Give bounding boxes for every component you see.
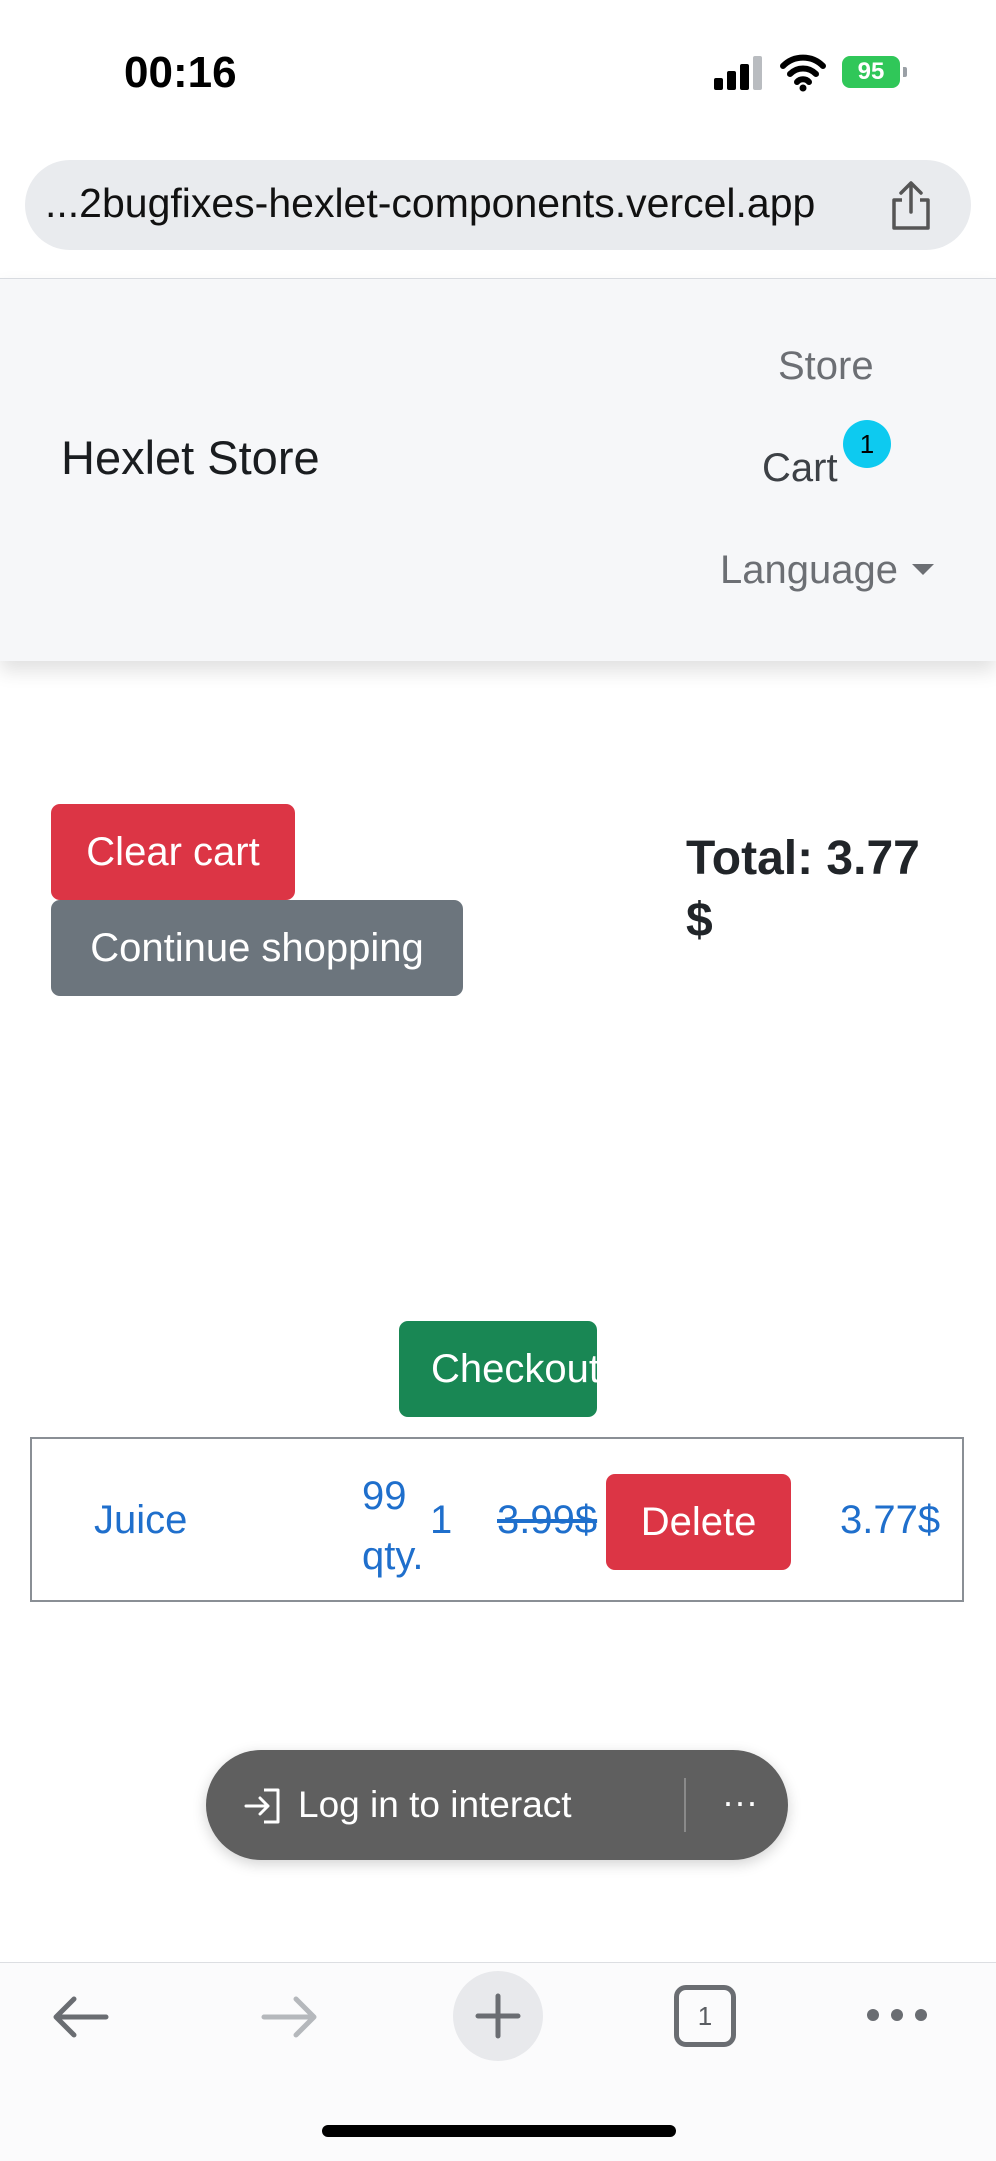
item-name-link[interactable]: Juice <box>94 1498 187 1543</box>
delete-item-button[interactable]: Delete <box>606 1474 791 1570</box>
caret-down-icon[interactable] <box>912 564 934 575</box>
nav-link-store[interactable]: Store <box>778 344 874 389</box>
home-indicator <box>322 2125 676 2137</box>
login-prompt-text[interactable]: Log in to interact <box>298 1784 572 1826</box>
cellular-signal-icon <box>714 56 764 90</box>
nav-link-cart[interactable]: Cart <box>762 446 838 491</box>
back-arrow-icon[interactable] <box>46 1982 116 2052</box>
item-quantity[interactable]: 1 <box>430 1498 452 1543</box>
tabs-icon[interactable]: 1 <box>674 1985 736 2047</box>
battery-icon: 95 <box>842 56 908 90</box>
url-text[interactable]: ...2bugfixes-hexlet-components.vercel.ap… <box>45 180 815 227</box>
language-dropdown[interactable]: Language <box>720 548 898 593</box>
brand-logo[interactable]: Hexlet Store <box>61 430 320 485</box>
continue-shopping-button[interactable]: Continue shopping <box>51 900 463 996</box>
share-icon[interactable] <box>888 180 934 232</box>
cart-count-badge: 1 <box>843 420 891 468</box>
item-old-price[interactable]: 3.99$ <box>497 1498 597 1543</box>
cart-total: Total: 3.77 $ <box>686 832 920 947</box>
login-icon <box>244 1788 280 1824</box>
pill-divider <box>684 1778 686 1832</box>
more-menu-icon[interactable] <box>862 1995 932 2035</box>
status-time: 00:16 <box>124 48 237 97</box>
item-price[interactable]: 3.77$ <box>840 1498 940 1543</box>
tab-count: 1 <box>697 2000 713 2031</box>
wifi-icon <box>780 54 826 92</box>
forward-arrow-icon[interactable] <box>254 1982 324 2052</box>
battery-level: 95 <box>842 56 900 88</box>
clear-cart-button[interactable]: Clear cart <box>51 804 295 900</box>
more-options-icon[interactable]: ··· <box>718 1778 762 1832</box>
checkout-button[interactable]: Checkout <box>399 1321 597 1417</box>
new-tab-plus-icon[interactable] <box>452 1962 584 2072</box>
